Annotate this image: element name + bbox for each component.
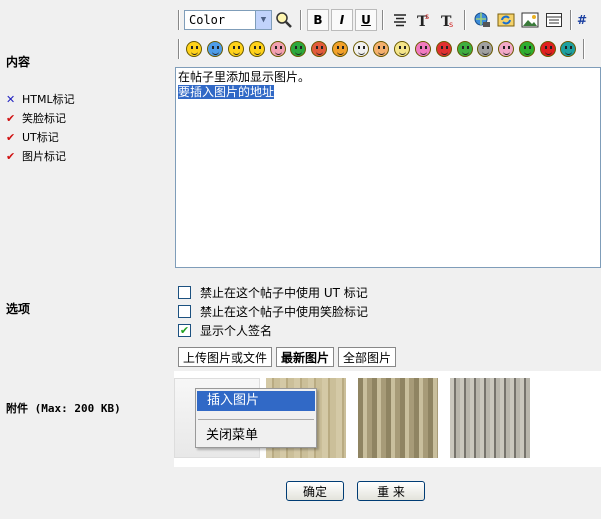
option-show-signature[interactable]: ✔ 显示个人签名 [178,322,272,338]
smiley-angry-icon[interactable] [435,41,452,57]
toolbar-divider [178,39,180,59]
smiley-grin-icon[interactable] [227,41,244,57]
enabled-check-icon: ✔ [6,131,16,144]
rule-ut: ✔ UT标记 [6,128,75,147]
smiley-devil-icon[interactable] [311,41,328,57]
toolbar-divider [464,10,466,30]
menu-item-close-menu[interactable]: 关闭菜单 [196,426,316,446]
smiley-cool-icon[interactable] [248,41,265,57]
menu-item-insert-image[interactable]: 插入图片 [197,391,315,411]
smiley-dizzy-icon[interactable] [394,41,411,57]
option-disable-ut[interactable]: 禁止在这个帖子中使用 UT 标记 [178,284,368,300]
chevron-down-icon[interactable]: ▼ [255,11,271,29]
text-size-down-icon[interactable]: Ts [437,9,459,31]
enabled-check-icon: ✔ [6,112,16,125]
smiley-neutral-icon[interactable] [477,41,494,57]
smiley-question-icon[interactable] [560,41,577,57]
find-icon[interactable] [273,9,295,31]
checkbox[interactable] [178,304,191,318]
align-center-icon[interactable] [389,9,411,31]
tab-recent-images[interactable]: 最新图片 [276,347,335,367]
more-tools-icon[interactable]: # [577,9,587,31]
tab-upload[interactable]: 上传图片或文件 [178,347,273,367]
smiley-mad-icon[interactable] [539,41,556,57]
checkbox-checked[interactable]: ✔ [178,323,191,337]
tab-all-images[interactable]: 全部图片 [338,347,397,367]
smiley-smile-icon[interactable] [186,41,203,57]
smiley-silent-icon[interactable] [518,41,535,57]
option-disable-smilies[interactable]: 禁止在这个帖子中使用笑脸标记 [178,303,368,319]
attachments-label: 附件 (Max: 200 KB) [6,402,121,415]
bold-button[interactable]: B [307,9,329,31]
editor-line: 在帖子里添加显示图片。 [178,70,311,84]
smiley-clown-icon[interactable] [352,41,369,57]
smiley-wink-icon[interactable] [331,41,348,57]
toolbar-divider [582,39,585,59]
toolbar-divider [178,10,180,30]
underline-button[interactable]: U [355,9,377,31]
smiley-shock-icon[interactable] [414,41,431,57]
attachment-tabs: 上传图片或文件 最新图片 全部图片 [178,347,397,367]
selected-text: 要插入图片的地址 [178,85,275,99]
toolbar-divider [382,10,384,30]
refresh-link-icon[interactable] [495,9,517,31]
enabled-check-icon: ✔ [6,150,16,163]
italic-button[interactable]: I [331,9,353,31]
toolbar-divider [570,10,572,30]
markup-rules: ✕ HTML标记 ✔ 笑脸标记 ✔ UT标记 ✔ 图片标记 [6,90,75,166]
content-label: 内容 [6,55,31,69]
message-editor[interactable]: 在帖子里添加显示图片。 要插入图片的地址 [175,67,601,268]
smiley-blush-icon[interactable] [269,41,286,57]
image-thumbnail[interactable] [358,378,438,458]
image-thumbnail[interactable] [450,378,530,458]
reset-button[interactable]: 重 来 [357,481,425,501]
text-size-up-icon[interactable]: Ts [413,9,435,31]
submit-button[interactable]: 确定 [286,481,344,501]
smiley-nervous-icon[interactable] [456,41,473,57]
toolbar-divider [300,10,302,30]
rule-html: ✕ HTML标记 [6,90,75,109]
format-toolbar: Color ▼ B I U Ts Ts # [174,6,601,34]
svg-text:s: s [425,12,429,21]
web-link-icon[interactable] [471,9,493,31]
checkbox[interactable] [178,285,191,299]
smilies-toolbar [174,37,601,61]
context-menu: 插入图片 关闭菜单 [195,388,317,448]
disabled-cross-icon: ✕ [6,93,16,106]
options-label: 选项 [6,302,31,316]
rule-images: ✔ 图片标记 [6,147,75,166]
menu-divider [198,419,314,420]
insert-table-icon[interactable] [543,9,565,31]
smiley-sick-icon[interactable] [290,41,307,57]
insert-image-icon[interactable] [519,9,541,31]
smiley-kiss-icon[interactable] [498,41,515,57]
rule-smilies: ✔ 笑脸标记 [6,109,75,128]
smiley-laugh-icon[interactable] [373,41,390,57]
smiley-sad-icon[interactable] [207,41,224,57]
svg-text:s: s [449,20,453,29]
smilies-list [184,41,579,57]
color-select[interactable]: Color ▼ [184,10,272,30]
